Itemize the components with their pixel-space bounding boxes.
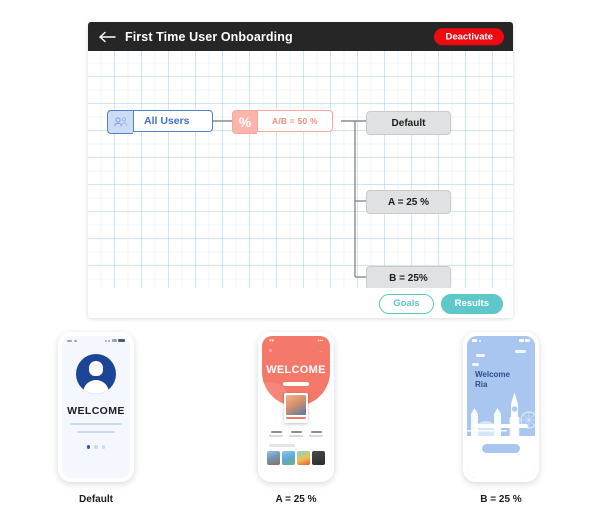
- arrow-left-icon[interactable]: [97, 27, 117, 47]
- screen-title-b-line1: Welcome: [475, 370, 510, 379]
- pagination-dots[interactable]: [62, 445, 130, 449]
- screen-title-default: WELCOME: [67, 405, 125, 417]
- divider-line: [474, 424, 528, 428]
- phone-frame-b[interactable]: Welcome Ria: [463, 332, 539, 482]
- node-output-b[interactable]: B = 25%: [366, 266, 451, 290]
- stats-row: [262, 431, 330, 437]
- cloud-icon: [472, 363, 479, 366]
- status-bar: [62, 336, 130, 345]
- node-output-default[interactable]: Default: [366, 111, 451, 135]
- section-label-placeholder: [269, 443, 295, 447]
- page-title: First Time User Onboarding: [125, 29, 293, 44]
- node-ab-split[interactable]: % A/B = 50 %: [232, 110, 333, 134]
- title-underline: [283, 382, 309, 386]
- percent-icon: %: [232, 110, 257, 134]
- status-bar: [467, 336, 535, 345]
- users-icon: [107, 110, 133, 134]
- pagination-dot-active[interactable]: [86, 445, 91, 449]
- avatar: [76, 354, 116, 394]
- phone-frame-default[interactable]: WELCOME: [58, 332, 134, 482]
- cta-button[interactable]: [482, 444, 520, 453]
- thumbnail[interactable]: [282, 450, 295, 465]
- stat-item: [309, 431, 323, 437]
- node-all-users-label: All Users: [133, 110, 213, 132]
- preview-caption-default: Default: [79, 494, 113, 505]
- text-placeholder-line: [77, 431, 115, 433]
- phone-frame-a[interactable]: ▾▾ ▪▪▪ ≡ → WELCOME: [258, 332, 334, 482]
- thumbnail[interactable]: [267, 450, 280, 465]
- preview-default: WELCOME Default: [26, 332, 166, 505]
- preview-b: Welcome Ria B = 25 %: [431, 332, 571, 505]
- flow-connectors: [212, 120, 366, 278]
- text-placeholder-line: [70, 423, 122, 425]
- screen-title-a: WELCOME: [266, 364, 326, 376]
- goals-button[interactable]: Goals: [379, 294, 434, 314]
- ab-test-flow-card: First Time User Onboarding Deactivate Al…: [88, 22, 513, 318]
- deactivate-button[interactable]: Deactivate: [434, 27, 504, 46]
- stat-item: [289, 431, 303, 437]
- variant-previews: WELCOME Default ▾▾ ▪▪▪ ≡ → WELCOME A = 2…: [0, 332, 601, 528]
- node-all-users[interactable]: All Users: [107, 110, 213, 134]
- pagination-dot[interactable]: [101, 445, 106, 449]
- thumbnail[interactable]: [312, 450, 325, 465]
- node-output-a[interactable]: A = 25 %: [366, 190, 451, 214]
- bottom-sheet: [467, 424, 535, 478]
- flow-canvas[interactable]: All Users % A/B = 50 % Default A = 25 % …: [88, 51, 513, 290]
- node-ab-split-label: A/B = 50 %: [257, 110, 333, 132]
- preview-caption-b: B = 25 %: [480, 494, 522, 505]
- phone-screen-default: WELCOME: [62, 336, 130, 478]
- preview-caption-a: A = 25 %: [275, 494, 317, 505]
- photo-card: [284, 393, 308, 423]
- thumbnail[interactable]: [297, 450, 310, 465]
- phone-screen-a: ▾▾ ▪▪▪ ≡ → WELCOME: [262, 336, 330, 478]
- london-skyline-illustration: [467, 392, 535, 436]
- status-bar: ▾▾ ▪▪▪: [269, 338, 323, 344]
- thumbnail-row[interactable]: [262, 450, 330, 465]
- phone-screen-b: Welcome Ria: [467, 336, 535, 478]
- preview-a: ▾▾ ▪▪▪ ≡ → WELCOME A = 25 %: [226, 332, 366, 505]
- flow-footer-actions: Goals Results: [379, 294, 503, 314]
- flow-header: First Time User Onboarding Deactivate: [88, 22, 513, 51]
- cloud-icon: [476, 354, 485, 357]
- results-button[interactable]: Results: [440, 294, 503, 314]
- cloud-icon: [515, 350, 526, 353]
- pagination-dot[interactable]: [94, 445, 98, 449]
- stat-item: [269, 431, 283, 437]
